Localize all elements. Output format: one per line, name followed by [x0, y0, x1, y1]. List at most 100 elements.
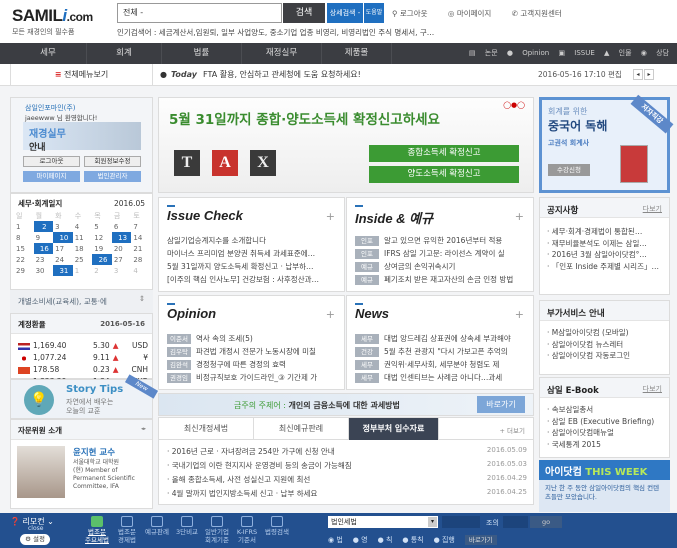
- nav-issue[interactable]: ▣ ISSUE: [558, 49, 594, 57]
- all-menu-button[interactable]: ≡ 전체메뉴보기: [10, 64, 153, 86]
- next-button[interactable]: ▸: [644, 69, 654, 80]
- remote-item[interactable]: K-IFRS 기준서: [232, 516, 262, 544]
- today-headline[interactable]: ● Today FTA 활용, 안심하고 관세청에 도움 요청하세요!: [160, 64, 361, 86]
- list-item[interactable]: 인포 알고 있으면 유익한 2016년부터 적용: [355, 234, 527, 247]
- nav-papers[interactable]: ▤ 논문: [469, 49, 498, 57]
- list-item[interactable]: · M삼일아이닷컴 (모바일): [547, 327, 662, 339]
- list-item[interactable]: 권경임 비정규직보호 가이드라인_③ 기간제 가: [167, 371, 339, 384]
- list-item[interactable]: 세무 대법 인센티브는 사례금 아니다…과세: [355, 371, 527, 384]
- list-item[interactable]: · 삼일 EB (Executive Briefing): [547, 416, 662, 428]
- list-item[interactable]: · 국세통계 2015: [547, 439, 662, 451]
- advisor-name[interactable]: 윤지현 교수: [73, 446, 115, 458]
- ebook-more[interactable]: 다보기: [643, 384, 662, 394]
- plus-icon[interactable]: +: [326, 210, 335, 223]
- calendar-day[interactable]: 10: [53, 232, 73, 243]
- calendar-event-select[interactable]: 개별소비세(교육세), 교통·에 ⇕: [10, 290, 153, 313]
- radio-2[interactable]: ● 칙: [378, 536, 393, 544]
- law-select[interactable]: 법인세법 ▾: [328, 516, 438, 528]
- list-item[interactable]: 예규 상여금의 손익귀속시기: [355, 260, 527, 273]
- slide-indicator[interactable]: ◯●◯: [503, 101, 525, 109]
- article-input[interactable]: [442, 516, 480, 528]
- radio-3[interactable]: ● 통칙: [402, 536, 423, 544]
- list-item[interactable]: · 삼일아이닷컴 뉴스레터: [547, 339, 662, 351]
- popular-searches[interactable]: 인기검색어 : 세금계산서,임원퇴, 일부 사업양도, 중소기업 업종 비영리,…: [117, 27, 434, 38]
- list-item[interactable]: 김우탁 파견법 개정시 전문가 노동시장에 미칠: [167, 345, 339, 358]
- list-item[interactable]: 이준서 역사 속의 조세(5): [167, 332, 339, 345]
- nav-finance[interactable]: 재정실무: [242, 43, 322, 64]
- plus-icon[interactable]: +: [515, 308, 524, 321]
- list-item[interactable]: · 2016년 근로 · 자녀장려금 254만 가구에 신청 안내 2016.05…: [167, 446, 527, 457]
- capital-gains-filing-button[interactable]: 양도소득세 확정신고: [369, 166, 519, 183]
- advisor-nav[interactable]: ◂▸: [141, 426, 146, 432]
- remote-item[interactable]: 3단비교: [172, 516, 202, 536]
- story-tips-banner[interactable]: 💡 Story Tips 자연에서 배우는 오늘의 교훈 New: [10, 374, 159, 419]
- radio-1[interactable]: ● 영: [353, 536, 368, 544]
- list-item[interactable]: 김완석 경정청구에 따른 경정의 효력: [167, 358, 339, 371]
- go-button[interactable]: go: [530, 516, 562, 528]
- remote-item[interactable]: 법조문 경제법: [112, 516, 142, 544]
- promo-banner[interactable]: 재경실무 안내: [23, 122, 141, 153]
- radio-0[interactable]: ◉ 법: [328, 536, 343, 544]
- search-input[interactable]: 전체 -: [117, 3, 282, 23]
- calendar-day[interactable]: 26: [92, 254, 112, 265]
- list-item[interactable]: · 올해 종합소득세, 사전 성실신고 지원에 최선 2016.04.29: [167, 474, 527, 485]
- tab-latest-law[interactable]: 최신개정세법: [159, 418, 254, 440]
- list-item[interactable]: · 삼일아이닷컴 자동로그인: [547, 350, 662, 362]
- list-item[interactable]: 마이너스 프리미엄 분양권 취득세 과세표준에…: [167, 247, 339, 260]
- income-tax-filing-button[interactable]: 종합소득세 확정신고: [369, 145, 519, 162]
- more-link[interactable]: + 더보기: [500, 425, 525, 435]
- edit-profile-button[interactable]: 회원정보수정: [84, 156, 141, 167]
- list-item[interactable]: 인포 IFRS 삼일 기고문: 라이선스 계약이 실: [355, 247, 527, 260]
- notice-more[interactable]: 다보기: [643, 204, 662, 214]
- list-item[interactable]: · 「인포 Inside 주제별 시리즈」…: [547, 261, 662, 273]
- list-item[interactable]: · 국내기업의 이란 현지지사 운영경비 등의 송금이 가능해짐 2016.05.…: [167, 460, 527, 471]
- this-week-banner[interactable]: 아이닷컴 THIS WEEK 지난 한 주 동안 삼일아이닷컴의 핵심 컨텐츠들…: [539, 460, 670, 512]
- mypage-link[interactable]: ◎ 마이페이지: [448, 9, 500, 18]
- remote-item[interactable]: 법령검색: [262, 516, 292, 536]
- calendar-day[interactable]: 16: [33, 243, 54, 254]
- shortcut-button[interactable]: 바로가기: [464, 535, 497, 545]
- chinese-course-ad[interactable]: 회계를 위한 중국어 독해 고권석 회계사 수강신청 저자직강: [539, 94, 674, 193]
- tab-gov-materials[interactable]: 정부부처 입수자료: [349, 418, 439, 440]
- tab-latest-rulings[interactable]: 최신예규판례: [254, 418, 349, 440]
- list-item[interactable]: 5월 31일까지 양도소득세 확정신고 · 납부하…: [167, 260, 339, 273]
- list-item[interactable]: 삼일기업승계지수를 소개합니다: [167, 234, 339, 247]
- plus-icon[interactable]: +: [515, 210, 524, 223]
- list-item[interactable]: [이주의 핵심 인사노무] 건강보험 : 사후정산과…: [167, 273, 339, 286]
- panel-title[interactable]: Opinion: [167, 306, 216, 321]
- corp-admin-button[interactable]: 법인관리자: [84, 171, 141, 182]
- calendar-day[interactable]: 13: [111, 232, 132, 243]
- logout-link[interactable]: ⚲ 로그아웃: [392, 9, 437, 18]
- remote-item[interactable]: 예규판례: [142, 516, 172, 536]
- list-item[interactable]: 건강 5월 추천 관광지 "다시 가보고픈 추억의: [355, 345, 527, 358]
- panel-title[interactable]: Issue Check: [167, 208, 243, 223]
- list-item[interactable]: 예규 폐기조치 받은 재고자산의 손금 인정 방법: [355, 273, 527, 286]
- plus-icon[interactable]: +: [326, 308, 335, 321]
- nav-accounting[interactable]: 회계: [87, 43, 162, 64]
- main-banner[interactable]: 5월 31일까지 종합·양도소득세 확정신고하세요 ◯●◯ TAX 종합소득세 …: [158, 97, 534, 193]
- nav-shop[interactable]: 제품몰: [322, 43, 392, 64]
- list-item[interactable]: 세무 대법 앙드레김 상표권에 상속세 부과해야: [355, 332, 527, 345]
- calendar-day[interactable]: 31: [53, 265, 73, 276]
- enroll-button[interactable]: 수강신청: [548, 164, 590, 176]
- support-link[interactable]: ✆ 고객지원센터: [512, 9, 571, 18]
- remote-close[interactable]: close: [28, 525, 43, 532]
- nav-people[interactable]: ▲ 인물: [604, 49, 632, 57]
- theme-text[interactable]: 개인의 금융소득에 대한 과세방법: [289, 401, 400, 410]
- list-item[interactable]: · 세무·회계·경제법이 통합된…: [547, 226, 662, 238]
- help-button[interactable]: 도움말: [364, 3, 384, 23]
- list-item[interactable]: · 속보삼일총서: [547, 404, 662, 416]
- article-sub-input[interactable]: [503, 516, 528, 528]
- panel-title[interactable]: Inside & 예규: [355, 208, 433, 227]
- nav-law[interactable]: 법률: [162, 43, 242, 64]
- list-item[interactable]: 세무 권익위·세무사회, 세무분야 청렴도 제: [355, 358, 527, 371]
- list-item[interactable]: · 삼일아이닷컴매뉴얼: [547, 427, 662, 439]
- list-item[interactable]: · 4월 말까지 법인지방소득세 신고 · 납부 하세요 2016.04.25: [167, 488, 527, 499]
- remote-item[interactable]: 일반기업 회계기준: [202, 516, 232, 544]
- settings-button[interactable]: ⚙ 설정: [20, 534, 50, 545]
- advanced-search-button[interactable]: 상세검색 -: [327, 3, 363, 23]
- list-item[interactable]: · 2016년 3월 삼일아이닷컴°…: [547, 249, 662, 261]
- remote-item[interactable]: 법조문 주요세법: [82, 516, 112, 544]
- panel-title[interactable]: News: [355, 306, 389, 321]
- mypage-button[interactable]: 마이페이지: [23, 171, 80, 182]
